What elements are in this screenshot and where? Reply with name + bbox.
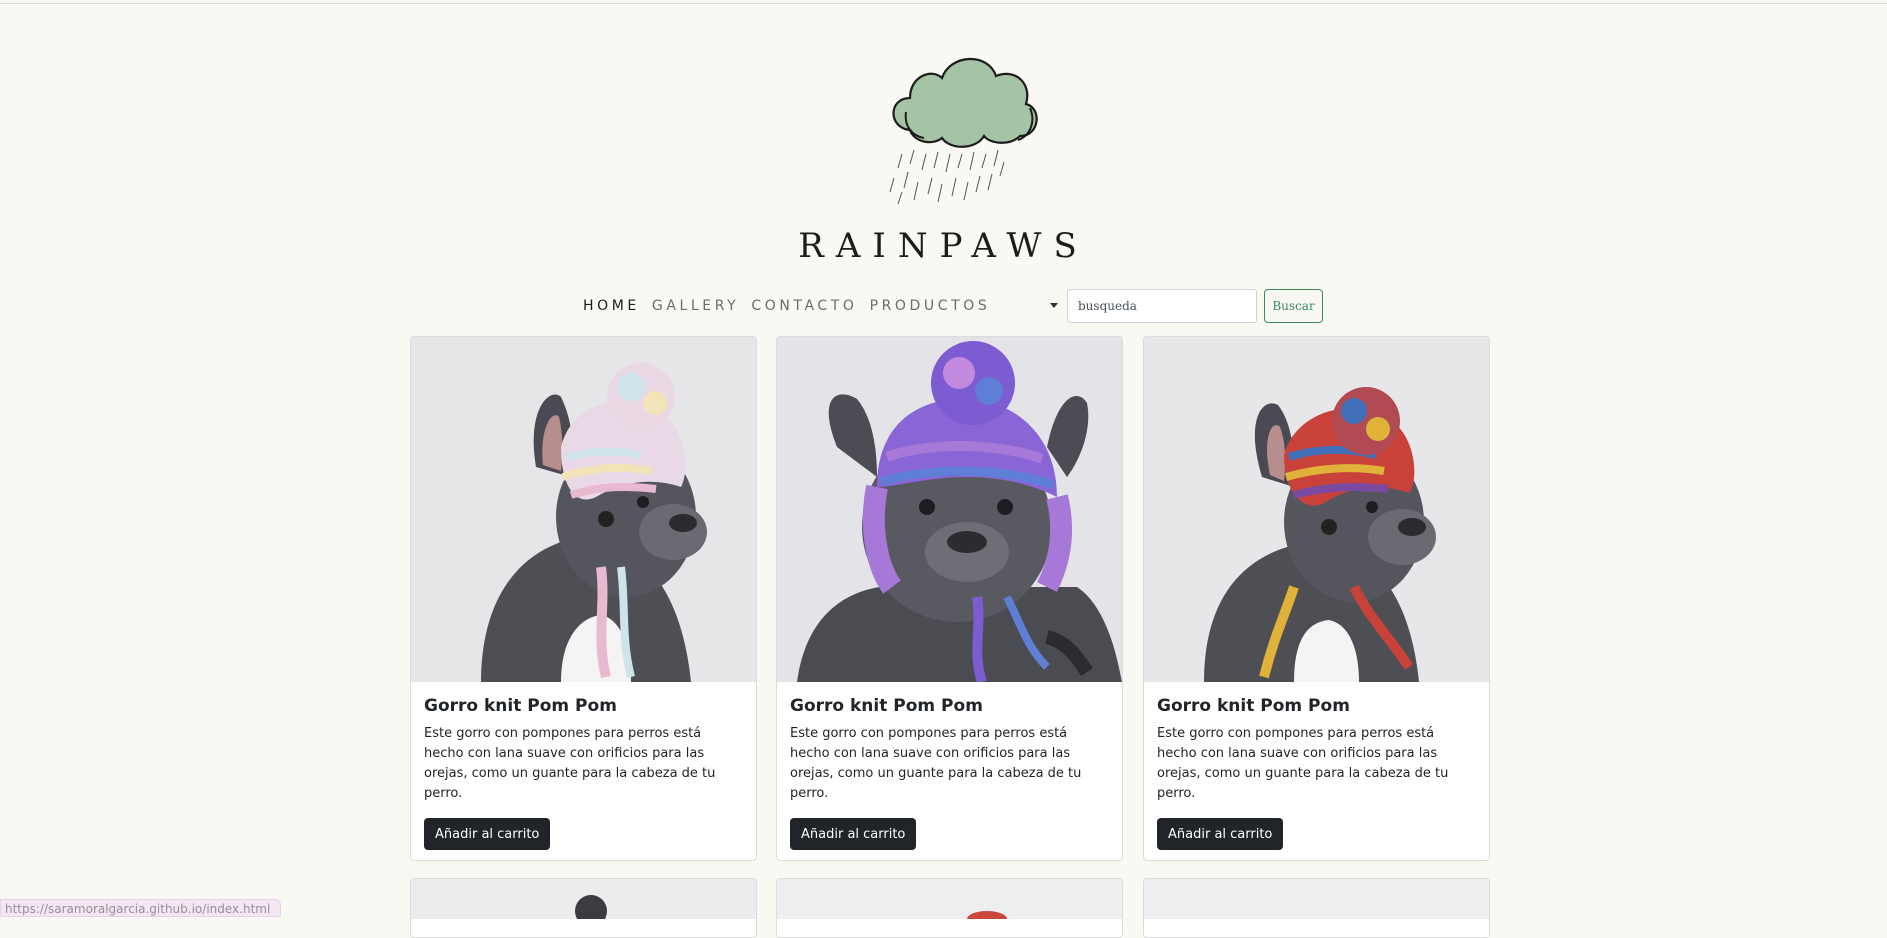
product-image-partial	[411, 879, 756, 927]
product-image-dog-purple-hat	[777, 337, 1122, 682]
nav-productos-link[interactable]: PRODUCTOS	[870, 298, 991, 314]
add-to-cart-button[interactable]: Añadir al carrito	[424, 818, 551, 850]
product-image-partial	[1144, 879, 1489, 919]
search-button[interactable]: Buscar	[1264, 289, 1323, 323]
add-to-cart-button[interactable]: Añadir al carrito	[1157, 818, 1284, 850]
productos-dropdown-caret-icon[interactable]	[1050, 303, 1058, 308]
browser-top-edge	[0, 0, 1887, 4]
product-card: Gorro knit Pom Pom Este gorro con pompon…	[410, 336, 757, 861]
status-bar-url: https://saramoralgarcia.github.io/index.…	[0, 899, 282, 917]
add-to-cart-button[interactable]: Añadir al carrito	[790, 818, 917, 850]
product-card-partial	[1143, 878, 1490, 938]
product-card-partial	[410, 878, 757, 938]
product-card: Gorro knit Pom Pom Este gorro con pompon…	[776, 336, 1123, 861]
nav-contacto-link[interactable]: CONTACTO	[751, 298, 857, 314]
product-image-dog-multicolor-hat	[1144, 337, 1489, 682]
product-title: Gorro knit Pom Pom	[790, 696, 983, 716]
nav-gallery-link[interactable]: GALLERY	[652, 298, 739, 314]
search-input[interactable]	[1067, 289, 1257, 323]
product-image-partial	[777, 879, 1122, 927]
product-title: Gorro knit Pom Pom	[424, 696, 617, 716]
product-description: Este gorro con pompones para perros está…	[790, 726, 1082, 801]
rain-cloud-logo	[889, 57, 1038, 205]
product-card: Gorro knit Pom Pom Este gorro con pompon…	[1143, 336, 1490, 861]
product-card-partial	[776, 878, 1123, 938]
product-description: Este gorro con pompones para perros está…	[424, 726, 716, 801]
product-title: Gorro knit Pom Pom	[1157, 696, 1350, 716]
product-image-dog-pastel-hat	[411, 337, 756, 682]
nav-home-link[interactable]: HOME	[583, 298, 640, 314]
product-description: Este gorro con pompones para perros está…	[1157, 726, 1449, 801]
brand-name: RAINPAWS	[798, 226, 1089, 266]
main-nav: HOME GALLERY CONTACTO PRODUCTOS	[583, 288, 1002, 324]
